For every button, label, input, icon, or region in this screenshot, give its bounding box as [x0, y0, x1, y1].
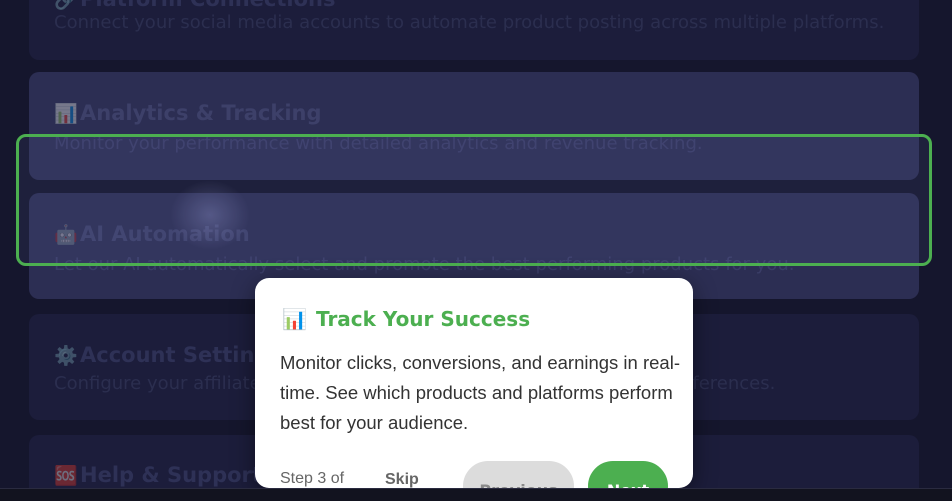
sos-icon: 🆘: [54, 465, 78, 487]
tour-spotlight: [16, 134, 932, 266]
chart-icon: 📊: [282, 307, 307, 331]
link-icon: 🔗: [54, 0, 78, 11]
tour-body: Monitor clicks, conversions, and earning…: [280, 352, 680, 433]
tour-step-counter: Step 3 of: [280, 470, 345, 487]
card-platform-connections[interactable]: 🔗Platform Connections Connect your socia…: [29, 0, 919, 60]
bottom-strip: [0, 488, 952, 501]
card-title: 📊 Analytics & Tracking: [54, 101, 322, 125]
gear-icon: ⚙️: [54, 345, 78, 367]
next-button[interactable]: Next: [588, 461, 668, 488]
card-description: Connect your social media accounts to au…: [54, 12, 885, 33]
card-title: 🆘 Help & Support: [54, 463, 262, 487]
chart-icon: 📊: [54, 103, 78, 125]
tour-tooltip: 📊 Track Your Success Monitor clicks, conv…: [255, 278, 693, 488]
page: 🔗Platform Connections Connect your socia…: [0, 0, 952, 501]
card-title: 🔗Platform Connections: [54, 0, 335, 11]
previous-button[interactable]: Previous: [463, 461, 574, 488]
skip-button[interactable]: Skip: [385, 471, 419, 488]
card-title: ⚙️ Account Settings: [54, 343, 282, 367]
tour-title: 📊 Track Your Success: [282, 307, 531, 331]
